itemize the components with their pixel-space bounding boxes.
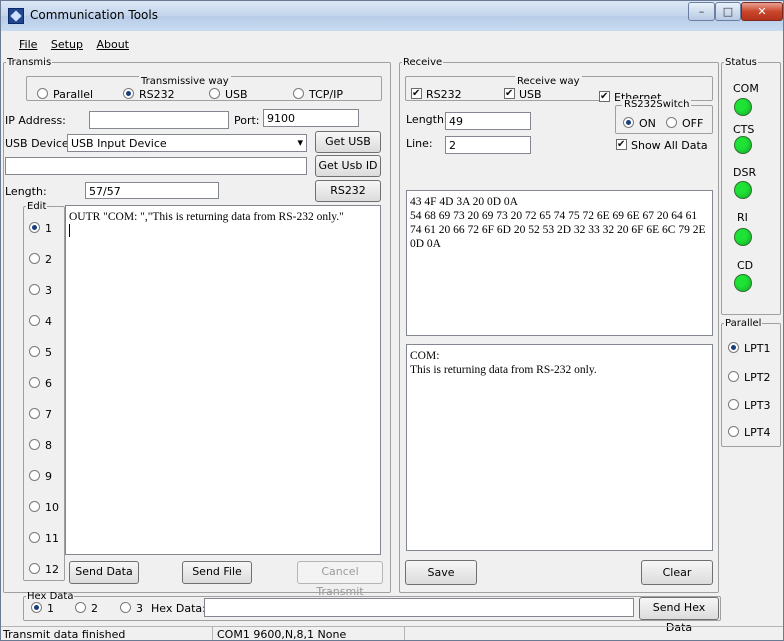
maximize-button[interactable]: □ bbox=[715, 2, 741, 21]
chevron-down-icon: ▾ bbox=[297, 136, 303, 149]
lpt3-radio[interactable]: LPT3 bbox=[728, 399, 770, 412]
status-group-label: Status bbox=[725, 57, 757, 68]
transmit-length-field: 57/57 bbox=[85, 182, 219, 199]
rs232-switch-label: RS232Switch bbox=[622, 99, 692, 110]
receive-hex-view[interactable]: 43 4F 4D 3A 20 0D 0A 54 68 69 73 20 69 7… bbox=[406, 190, 713, 336]
edit-slot-radio[interactable]: 9 bbox=[29, 470, 52, 483]
menu-bar: File Setup About bbox=[19, 38, 139, 54]
way-rs232-radio[interactable]: RS232 bbox=[123, 88, 175, 101]
receive-way-label: Receive way bbox=[515, 76, 582, 87]
usb-device-select[interactable]: USB Input Device ▾ bbox=[67, 134, 307, 152]
radio-tcpip-indicator bbox=[293, 88, 304, 99]
close-button[interactable]: ✕ bbox=[741, 2, 783, 21]
edit-slot-radio[interactable]: 11 bbox=[29, 532, 59, 545]
way-usb-radio[interactable]: USB bbox=[209, 88, 248, 101]
hex-option-3-radio[interactable]: 3 bbox=[120, 602, 143, 615]
status-port-info: COM1 9600,N,8,1 None bbox=[215, 627, 405, 640]
status-label-cts: CTS bbox=[733, 123, 755, 136]
app-window: Communication Tools – □ ✕ File Setup Abo… bbox=[0, 0, 784, 641]
status-label-com: COM bbox=[733, 82, 759, 95]
window-title: Communication Tools bbox=[30, 8, 158, 22]
status-label-ri: RI bbox=[737, 211, 748, 224]
hex-data-input[interactable] bbox=[204, 598, 634, 617]
radio-parallel-indicator bbox=[37, 88, 48, 99]
edit-slot-radio[interactable]: 3 bbox=[29, 284, 52, 297]
title-bar[interactable]: Communication Tools – □ ✕ bbox=[1, 1, 783, 31]
lpt4-radio[interactable]: LPT4 bbox=[728, 426, 770, 439]
edit-slot-radio[interactable]: 1 bbox=[29, 222, 52, 235]
save-button[interactable]: Save bbox=[405, 560, 477, 585]
app-icon bbox=[8, 8, 24, 24]
text-cursor bbox=[69, 224, 70, 237]
menu-setup[interactable]: Setup bbox=[51, 38, 83, 51]
parallel-group-label: Parallel bbox=[725, 318, 762, 329]
ip-address-label: IP Address: bbox=[5, 114, 66, 127]
usb-id-input[interactable] bbox=[5, 157, 307, 175]
lpt2-radio[interactable]: LPT2 bbox=[728, 371, 770, 384]
cancel-transmit-button[interactable]: Cancel Transmit bbox=[297, 561, 383, 598]
edit-slot-radio[interactable]: 8 bbox=[29, 439, 52, 452]
edit-group-label: Edit bbox=[27, 201, 47, 212]
show-all-data-checkbox[interactable]: Show All Data bbox=[616, 139, 708, 152]
send-hex-data-button[interactable]: Send Hex Data bbox=[639, 597, 719, 634]
lpt1-radio[interactable]: LPT1 bbox=[728, 342, 770, 355]
transmit-group-label: Transmis bbox=[7, 57, 52, 68]
edit-slot-radio[interactable]: 12 bbox=[29, 563, 59, 576]
transmissive-way-label: Transmissive way bbox=[139, 76, 231, 87]
receive-group-label: Receive bbox=[403, 57, 443, 68]
send-data-button[interactable]: Send Data bbox=[69, 561, 139, 584]
edit-slot-radio[interactable]: 10 bbox=[29, 501, 59, 514]
ri-led-icon bbox=[734, 228, 752, 246]
switch-off-radio[interactable]: OFF bbox=[666, 117, 703, 130]
receive-rs232-checkbox[interactable]: RS232 bbox=[411, 88, 462, 101]
cd-led-icon bbox=[734, 274, 752, 292]
status-bar: Transmit data finished COM1 9600,N,8,1 N… bbox=[1, 626, 783, 640]
receive-line-field: 2 bbox=[445, 136, 531, 154]
status-label-cd: CD bbox=[737, 259, 754, 272]
minimize-button[interactable]: – bbox=[688, 2, 715, 21]
hex-option-2-radio[interactable]: 2 bbox=[75, 602, 98, 615]
port-input[interactable]: 9100 bbox=[263, 109, 359, 127]
get-usb-id-button[interactable]: Get Usb ID bbox=[315, 155, 381, 177]
dsr-led-icon bbox=[734, 181, 752, 199]
menu-file[interactable]: File bbox=[19, 38, 37, 51]
radio-usb-indicator bbox=[209, 88, 220, 99]
receive-length-field: 49 bbox=[445, 112, 531, 130]
length-label: Length: bbox=[5, 185, 47, 198]
hex-data-label: Hex Data: bbox=[151, 602, 206, 615]
edit-slot-radio[interactable]: 6 bbox=[29, 377, 52, 390]
edit-slot-radio[interactable]: 7 bbox=[29, 408, 52, 421]
receive-length-label: Length: bbox=[406, 113, 448, 126]
way-tcpip-radio[interactable]: TCP/IP bbox=[293, 88, 343, 101]
hex-option-1-radio[interactable]: 1 bbox=[31, 602, 54, 615]
way-parallel-radio[interactable]: Parallel bbox=[37, 88, 93, 101]
status-message: Transmit data finished bbox=[1, 627, 213, 640]
usb-device-label: USB Device: bbox=[5, 137, 73, 150]
edit-slot-radio[interactable]: 4 bbox=[29, 315, 52, 328]
switch-on-radio[interactable]: ON bbox=[623, 117, 656, 130]
ip-address-input[interactable] bbox=[89, 111, 229, 129]
receive-line-label: Line: bbox=[406, 137, 433, 150]
send-file-button[interactable]: Send File bbox=[182, 561, 252, 584]
radio-rs232-indicator bbox=[123, 88, 134, 99]
cts-led-icon bbox=[734, 136, 752, 154]
edit-slot-radio[interactable]: 2 bbox=[29, 253, 52, 266]
port-label: Port: bbox=[234, 114, 260, 127]
rs232-setup-button[interactable]: RS232 Setup bbox=[315, 180, 381, 217]
receive-ascii-view[interactable]: COM: This is returning data from RS-232 … bbox=[406, 344, 713, 551]
get-usb-button[interactable]: Get USB bbox=[315, 131, 381, 153]
receive-usb-checkbox[interactable]: USB bbox=[504, 88, 542, 101]
status-label-dsr: DSR bbox=[733, 166, 757, 179]
edit-slot-radio[interactable]: 5 bbox=[29, 346, 52, 359]
com-led-icon bbox=[734, 98, 752, 116]
transmit-editor[interactable]: OUTR "COM: ","This is returning data fro… bbox=[65, 205, 381, 555]
hex-data-group-label: Hex Data bbox=[27, 591, 74, 602]
clear-button[interactable]: Clear bbox=[641, 560, 713, 585]
menu-about[interactable]: About bbox=[96, 38, 129, 51]
